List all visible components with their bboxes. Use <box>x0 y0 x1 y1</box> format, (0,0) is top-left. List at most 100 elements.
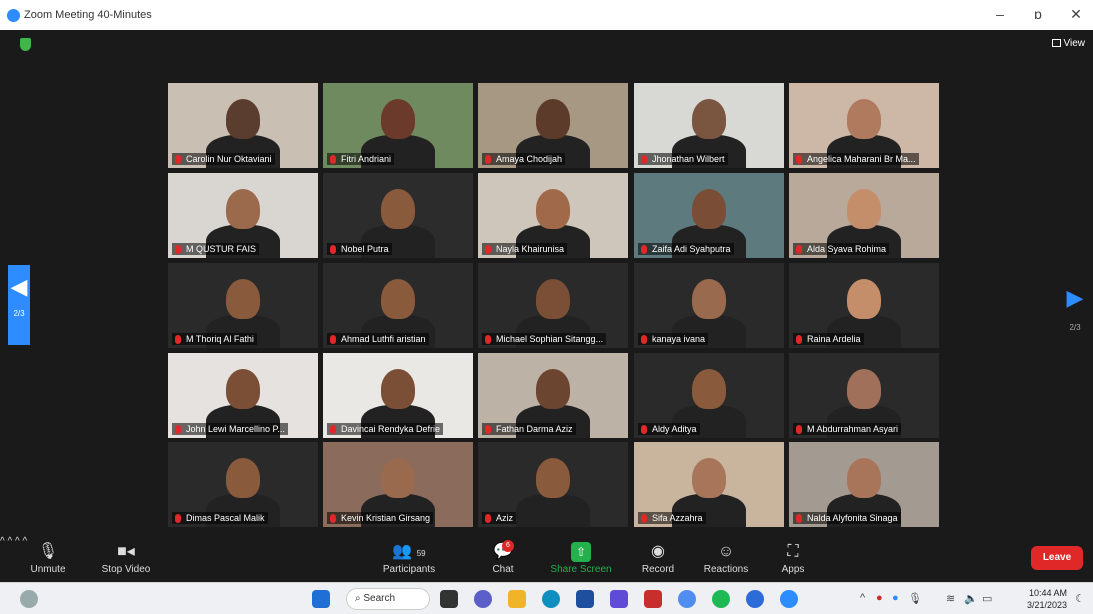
reactions-button[interactable]: ☺ Reactions <box>700 542 752 575</box>
next-page-button[interactable]: ▶ 2/3 <box>1065 285 1085 332</box>
participant-video-tile[interactable]: Amaya Chodijah <box>478 83 628 168</box>
mcafee-icon[interactable] <box>644 590 662 608</box>
participant-video-tile[interactable]: Kevin Kristian Girsang <box>323 442 473 527</box>
participants-icon: 👥 59 <box>392 543 426 560</box>
page-indicator-right: 2/3 <box>1069 323 1081 332</box>
participant-video-tile[interactable]: Ahmad Luthfi aristian <box>323 263 473 348</box>
participants-options-caret[interactable]: ^ <box>15 536 20 547</box>
participant-face <box>847 369 881 409</box>
taskbar-clock[interactable]: 10:44 AM 3/21/2023 <box>1027 587 1067 611</box>
participant-face <box>536 458 570 498</box>
encryption-shield-icon[interactable] <box>20 38 31 51</box>
muted-mic-icon <box>796 155 802 164</box>
muted-mic-icon <box>330 335 336 344</box>
tray-network-status-icon[interactable]: ● <box>892 592 899 604</box>
participant-video-tile[interactable]: Zaifa Adi Syahputra <box>634 173 784 258</box>
participant-video-tile[interactable]: Raina Ardelia <box>789 263 939 348</box>
left-arrow-icon: ◀ <box>10 274 28 299</box>
muted-mic-icon <box>796 335 802 344</box>
participant-video-tile[interactable]: M Abdurrahman Asyari <box>789 353 939 438</box>
apps-button[interactable]: ⛶ Apps <box>776 542 810 575</box>
participant-video-tile[interactable]: kanaya ivana <box>634 263 784 348</box>
participant-name: Angelica Maharani Br Ma... <box>793 153 919 165</box>
participant-video-tile[interactable]: Nalda Alyfonita Sinaga <box>789 442 939 527</box>
chat-button[interactable]: 💬 6 Chat <box>488 540 518 575</box>
participants-count: 59 <box>416 549 426 558</box>
participant-name: Fitri Andriani <box>327 153 395 165</box>
participant-face <box>692 458 726 498</box>
participant-video-tile[interactable]: M Thoriq Al Fathi <box>168 263 318 348</box>
weather-icon[interactable] <box>20 590 38 608</box>
participant-video-tile[interactable]: Nobel Putra <box>323 173 473 258</box>
record-icon: ◉ <box>651 543 665 560</box>
participant-video-tile[interactable]: Fitri Andriani <box>323 83 473 168</box>
participants-button[interactable]: 👥 59 Participants <box>378 542 440 575</box>
participant-face <box>536 99 570 139</box>
participant-name: Aldy Aditya <box>638 423 700 435</box>
participant-name: Kevin Kristian Girsang <box>327 512 434 524</box>
teams-chat-icon[interactable] <box>474 590 492 608</box>
muted-mic-icon <box>485 245 491 254</box>
pen-app-icon[interactable] <box>610 590 628 608</box>
participant-video-tile[interactable]: Davincai Rendyka Defrie <box>323 353 473 438</box>
participant-video-tile[interactable]: Fathan Darma Aziz <box>478 353 628 438</box>
task-view-icon[interactable] <box>440 590 458 608</box>
leave-button[interactable]: Leave <box>1031 546 1083 570</box>
muted-mic-icon <box>485 425 491 434</box>
unmute-button[interactable]: 🎙 Unmute <box>28 542 68 575</box>
minimize-button[interactable]: – <box>988 6 1012 22</box>
participant-face <box>536 189 570 229</box>
window-title: Zoom Meeting 40-Minutes <box>24 9 152 21</box>
restore-button[interactable]: ɒ <box>1026 6 1050 22</box>
participant-name: Nobel Putra <box>327 243 392 255</box>
video-options-caret[interactable]: ^ <box>7 536 12 547</box>
notifications-icon[interactable]: ☾ <box>1075 592 1085 605</box>
participant-video-tile[interactable]: Dimas Pascal Malik <box>168 442 318 527</box>
muted-mic-icon <box>175 245 181 254</box>
stop-video-button[interactable]: ■◂ Stop Video <box>96 542 156 575</box>
audio-options-caret[interactable]: ^ <box>0 536 5 547</box>
participant-video-tile[interactable]: Michael Sophian Sitangg... <box>478 263 628 348</box>
participant-face <box>226 458 260 498</box>
view-button[interactable]: View <box>1051 38 1085 49</box>
file-explorer-icon[interactable] <box>508 590 526 608</box>
participant-video-tile[interactable]: Angelica Maharani Br Ma... <box>789 83 939 168</box>
participant-face <box>847 279 881 319</box>
zoom-taskbar-icon[interactable] <box>780 590 798 608</box>
chrome-icon[interactable] <box>678 590 696 608</box>
muted-mic-icon <box>641 155 647 164</box>
record-button[interactable]: ◉ Record <box>638 542 678 575</box>
close-button[interactable]: ✕ <box>1064 6 1088 23</box>
participant-video-tile[interactable]: M QUSTUR FAIS <box>168 173 318 258</box>
muted-mic-icon <box>330 155 336 164</box>
tray-antivirus-icon[interactable]: ● <box>876 592 883 604</box>
participant-video-tile[interactable]: Jhonathan Wilbert <box>634 83 784 168</box>
tray-chevron-icon[interactable]: ^ <box>860 592 865 604</box>
search-label: Search <box>363 593 396 604</box>
participant-video-tile[interactable]: Aziz <box>478 442 628 527</box>
clock-date: 3/21/2023 <box>1026 600 1067 610</box>
windows-start-icon[interactable] <box>312 590 330 608</box>
battery-icon[interactable]: ▭ <box>982 592 992 605</box>
chat-options-caret[interactable]: ^ <box>22 536 27 547</box>
participant-video-tile[interactable]: Alda Syava Rohima <box>789 173 939 258</box>
tray-microphone-icon[interactable]: 🎙 <box>908 592 922 605</box>
participant-name: Raina Ardelia <box>793 333 864 345</box>
edge-browser-icon[interactable] <box>542 590 560 608</box>
volume-icon[interactable]: 🔈 <box>964 592 978 605</box>
share-screen-button[interactable]: ⇧ Share Screen <box>548 542 614 575</box>
previous-page-button[interactable]: ◀ 2/3 <box>8 265 30 345</box>
store-icon[interactable] <box>576 590 594 608</box>
participant-video-tile[interactable]: Nayla Khairunisa <box>478 173 628 258</box>
participant-video-tile[interactable]: Carolin Nur Oktaviani <box>168 83 318 168</box>
wifi-icon[interactable]: ≋ <box>946 592 955 605</box>
participant-face <box>847 458 881 498</box>
participant-video-tile[interactable]: Sifa Azzahra <box>634 442 784 527</box>
discord-icon[interactable] <box>746 590 764 608</box>
participant-name: Nayla Khairunisa <box>482 243 568 255</box>
spotify-icon[interactable] <box>712 590 730 608</box>
taskbar-search[interactable]: ⌕ Search <box>346 588 430 610</box>
participant-video-tile[interactable]: Aldy Aditya <box>634 353 784 438</box>
participant-video-tile[interactable]: John Lewi Marcellino P... <box>168 353 318 438</box>
participant-name: kanaya ivana <box>638 333 709 345</box>
